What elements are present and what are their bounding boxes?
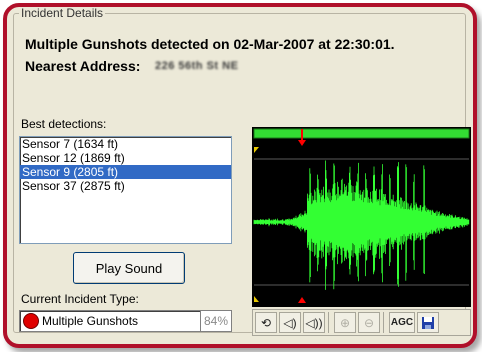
- list-item[interactable]: Sensor 7 (1634 ft): [20, 137, 231, 151]
- toolbar-divider: [328, 312, 329, 333]
- list-item[interactable]: Sensor 9 (2805 ft): [20, 165, 231, 179]
- play-sound-button[interactable]: Play Sound: [73, 252, 185, 284]
- waveform-display[interactable]: [252, 127, 471, 307]
- agc-button[interactable]: AGC: [389, 312, 415, 333]
- volume-up-icon[interactable]: ◁)): [303, 312, 325, 333]
- scrubber-bar[interactable]: [253, 128, 470, 139]
- save-icon[interactable]: [417, 312, 439, 333]
- waveform-toolbar: ⟲ ◁) ◁)) ⊕ ⊖ AGC: [252, 309, 471, 336]
- toolbar-divider: [383, 312, 384, 333]
- address-label: Nearest Address:: [25, 58, 141, 74]
- confidence-value: 84%: [200, 310, 232, 332]
- detections-label: Best detections:: [21, 117, 107, 131]
- incident-type-field: Multiple Gunshots: [19, 310, 201, 332]
- address-value: 226 56th St NE: [155, 60, 239, 72]
- zoom-out-icon[interactable]: ⊖: [358, 312, 380, 333]
- incident-type-label: Current Incident Type:: [21, 292, 139, 306]
- volume-down-icon[interactable]: ◁): [279, 312, 301, 333]
- red-indicator-icon: [23, 313, 39, 329]
- list-item[interactable]: Sensor 37 (2875 ft): [20, 179, 231, 193]
- zoom-in-icon[interactable]: ⊕: [334, 312, 356, 333]
- loop-icon[interactable]: ⟲: [255, 312, 277, 333]
- group-title: Incident Details: [19, 6, 106, 20]
- incident-type-value: Multiple Gunshots: [42, 314, 139, 328]
- incident-headline: Multiple Gunshots detected on 02-Mar-200…: [25, 36, 395, 52]
- detections-list[interactable]: Sensor 7 (1634 ft) Sensor 12 (1869 ft) S…: [19, 136, 232, 244]
- incident-window: Incident Details Multiple Gunshots detec…: [3, 3, 477, 348]
- list-item[interactable]: Sensor 12 (1869 ft): [20, 151, 231, 165]
